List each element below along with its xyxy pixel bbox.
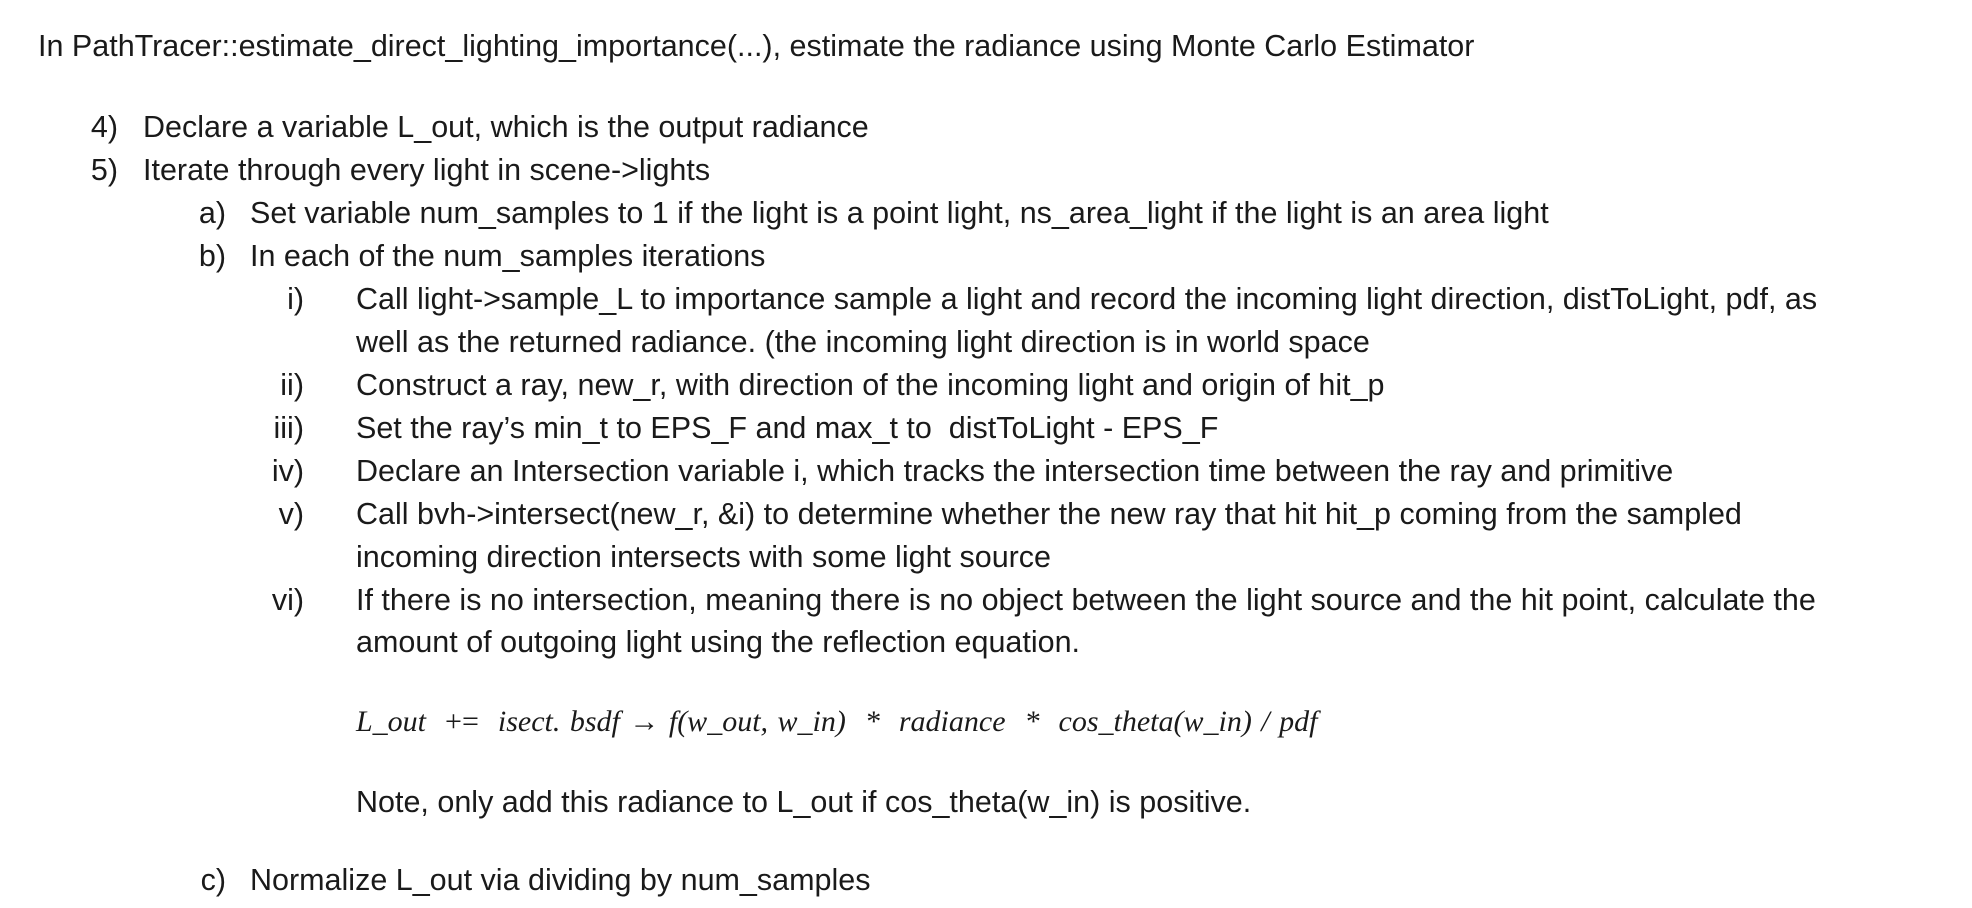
step-text: Declare a variable L_out, which is the o…: [143, 110, 869, 144]
item-text-line: Call light->sample_L to importance sampl…: [356, 282, 1818, 316]
item-marker: i): [287, 282, 304, 316]
item-text-line: Set the ray’s min_t to EPS_F and max_t t…: [356, 411, 1219, 445]
item-text-line: If there is no intersection, meaning the…: [356, 583, 1816, 617]
step-marker: 4): [90, 110, 118, 144]
item-text-line: Call bvh->intersect(new_r, &i) to determ…: [356, 497, 1742, 531]
substep-text: In each of the num_samples iterations: [250, 239, 766, 273]
note-text: Note, only add this radiance to L_out if…: [356, 785, 1252, 819]
substep-marker: c): [200, 863, 226, 897]
equation-operator: +=: [445, 705, 479, 738]
reflection-equation: L_out += isect. bsdf → f(w_out, w_in) * …: [356, 700, 1317, 743]
item-text-line: amount of outgoing light using the refle…: [356, 625, 1081, 659]
item-marker: ii): [280, 368, 304, 402]
substep-marker: b): [198, 239, 226, 273]
substep-marker: a): [198, 196, 226, 230]
substep-text: Normalize L_out via dividing by num_samp…: [250, 863, 871, 897]
equation-lhs: L_out: [356, 705, 427, 738]
item-text-line: Declare an Intersection variable i, whic…: [356, 454, 1674, 488]
intro-text: In PathTracer::estimate_direct_lighting_…: [38, 29, 1475, 63]
item-marker: v): [278, 497, 304, 531]
item-marker: iii): [273, 411, 305, 445]
item-text-line: well as the returned radiance. (the inco…: [356, 325, 1370, 359]
item-text-line: incoming direction intersects with some …: [356, 540, 1052, 574]
item-text-line: Construct a ray, new_r, with direction o…: [356, 368, 1385, 402]
step-text: Iterate through every light in scene->li…: [143, 153, 711, 187]
substep-text: Set variable num_samples to 1 if the lig…: [250, 196, 1549, 230]
item-marker: vi): [271, 583, 304, 617]
item-marker: iv): [271, 454, 304, 488]
equation-rhs: isect. bsdf → f(w_out, w_in) * radiance …: [497, 705, 1318, 738]
step-marker: 5): [90, 153, 118, 187]
